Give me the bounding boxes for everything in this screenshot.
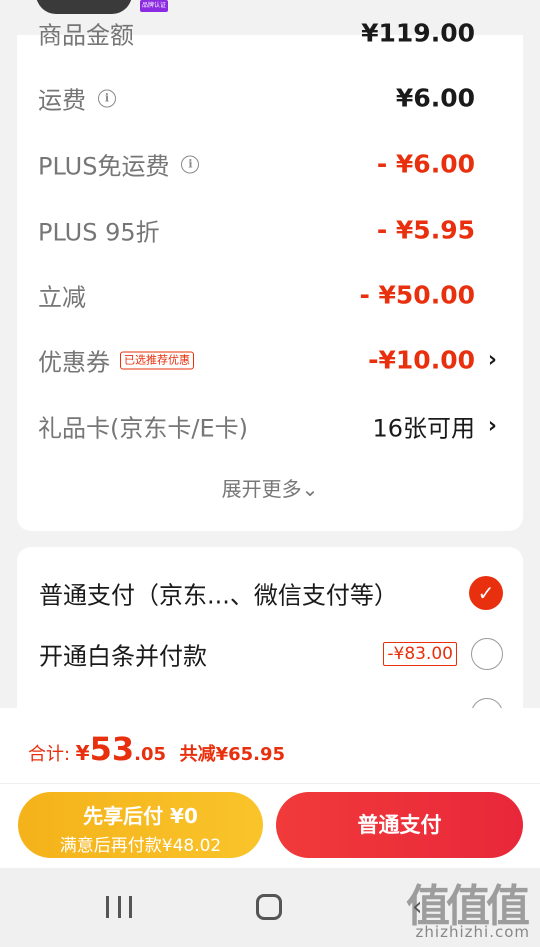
row-plus-discount: PLUS 95折 - ¥5.95 bbox=[17, 210, 523, 250]
row-value: 16张可用 bbox=[372, 414, 475, 443]
row-value: ¥6.00 bbox=[395, 83, 475, 113]
expand-more-link[interactable]: 展开更多⌄ bbox=[17, 473, 523, 502]
row-gift-card[interactable]: 礼品卡(京东卡/E卡) 16张可用 › bbox=[17, 406, 523, 446]
row-value: - ¥5.95 bbox=[376, 215, 475, 245]
total-label: 合计: bbox=[28, 744, 71, 765]
row-plus-free-shipping: PLUS免运费 i - ¥6.00 bbox=[17, 144, 523, 184]
pay-later-subtitle: 满意后再付款¥48.02 bbox=[59, 836, 222, 856]
watermark: 值值值 zhizhizhi.com bbox=[390, 868, 540, 947]
payment-option-baitiao[interactable]: 开通白条并付款 -¥83.00 bbox=[17, 632, 523, 676]
total-currency: ¥ bbox=[75, 741, 90, 765]
row-shipping: 运费 i ¥6.00 bbox=[17, 78, 523, 118]
row-coupon[interactable]: 优惠券 已选推荐优惠 -¥10.00 › bbox=[17, 340, 523, 380]
total-integer: 53 bbox=[89, 730, 135, 768]
discount-tag: -¥83.00 bbox=[383, 642, 457, 666]
row-label: PLUS 95折 bbox=[38, 218, 160, 247]
chevron-right-icon: › bbox=[487, 413, 497, 439]
divider bbox=[0, 783, 540, 784]
pay-later-title: 先享后付 ¥0 bbox=[83, 804, 198, 828]
brand-badge: 品牌认证 bbox=[140, 0, 168, 12]
row-label: 优惠券 bbox=[38, 348, 110, 377]
row-label: 礼品卡(京东卡/E卡) bbox=[38, 414, 248, 443]
order-total: 合计: ¥53.05 共减¥65.95 bbox=[28, 730, 285, 768]
home-icon[interactable] bbox=[256, 894, 282, 920]
total-saved: 共减¥65.95 bbox=[179, 744, 286, 765]
recommended-tag: 已选推荐优惠 bbox=[120, 351, 194, 369]
row-value: - ¥50.00 bbox=[359, 280, 475, 310]
recents-icon[interactable] bbox=[106, 896, 132, 918]
payment-option-normal[interactable]: 普通支付（京东...、微信支付等） ✓ bbox=[17, 571, 523, 615]
row-value: -¥10.00 bbox=[368, 345, 475, 375]
row-label: 商品金额 bbox=[38, 21, 134, 50]
checkmark-icon[interactable]: ✓ bbox=[469, 576, 503, 610]
radio-button[interactable] bbox=[471, 638, 503, 670]
payment-option-label: 普通支付（京东...、微信支付等） bbox=[39, 581, 398, 610]
total-decimal: .05 bbox=[134, 744, 166, 765]
row-value: ¥119.00 bbox=[361, 18, 475, 48]
normal-pay-button[interactable]: 普通支付 bbox=[276, 792, 523, 858]
row-label: 立减 bbox=[38, 283, 86, 312]
pay-later-button[interactable]: 先享后付 ¥0 满意后再付款¥48.02 bbox=[18, 792, 263, 858]
chevron-right-icon: › bbox=[487, 347, 497, 373]
row-value: - ¥6.00 bbox=[376, 149, 475, 179]
watermark-site: zhizhizhi.com bbox=[415, 923, 530, 941]
product-thumbnail bbox=[36, 0, 132, 14]
payment-option-label: 开通白条并付款 bbox=[39, 642, 207, 671]
info-icon[interactable]: i bbox=[181, 155, 200, 173]
info-icon[interactable]: i bbox=[98, 89, 116, 107]
row-instant-discount: 立减 - ¥50.00 bbox=[17, 275, 523, 315]
checkout-bar: 合计: ¥53.05 共减¥65.95 先享后付 ¥0 满意后再付款¥48.02… bbox=[0, 708, 540, 868]
row-label: PLUS免运费 bbox=[38, 152, 170, 181]
row-label: 运费 bbox=[38, 86, 86, 115]
row-goods-amount: 商品金额 ¥119.00 bbox=[17, 13, 523, 53]
price-summary-card: 商品金额 ¥119.00 运费 i ¥6.00 PLUS免运费 i - ¥6.0… bbox=[17, 19, 523, 531]
